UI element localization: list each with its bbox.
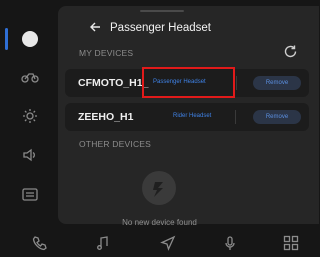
divider (235, 110, 236, 124)
apps-grid-icon[interactable] (283, 235, 299, 251)
other-devices-label: OTHER DEVICES (79, 139, 152, 149)
remove-button[interactable]: Remove (253, 76, 301, 90)
selection-highlight-box (142, 67, 235, 98)
keyboard-icon[interactable] (18, 183, 42, 205)
rider-headset-link[interactable]: Rider Headset (173, 113, 211, 119)
microphone-icon[interactable] (222, 235, 238, 251)
back-arrow-icon[interactable] (90, 21, 102, 35)
device-row: ZEEHO_H1 Rider Headset Remove (65, 103, 309, 131)
remove-button[interactable]: Remove (253, 110, 301, 124)
device-name: CFMOTO_H1_ (78, 77, 149, 89)
page-title: Passenger Headset (110, 22, 212, 34)
empty-state-message: No new device found (122, 218, 197, 227)
motorcycle-icon[interactable] (18, 66, 42, 88)
device-name: ZEEHO_H1 (78, 111, 134, 123)
bluetooth-active-dot (22, 31, 38, 47)
side-rail (0, 0, 58, 214)
navigation-icon[interactable] (160, 235, 176, 251)
page-header: Passenger Headset (90, 17, 211, 39)
music-icon[interactable] (95, 235, 111, 251)
my-devices-label: MY DEVICES (79, 48, 134, 58)
bottom-nav (0, 229, 319, 257)
drag-handle[interactable] (140, 10, 184, 12)
brightness-icon[interactable] (18, 105, 42, 127)
bluetooth-icon[interactable] (18, 28, 42, 50)
no-device-icon (142, 171, 176, 205)
volume-icon[interactable] (18, 144, 42, 166)
phone-icon[interactable] (32, 235, 48, 251)
divider (236, 76, 237, 90)
active-indicator (5, 28, 8, 50)
refresh-icon[interactable] (283, 44, 298, 59)
